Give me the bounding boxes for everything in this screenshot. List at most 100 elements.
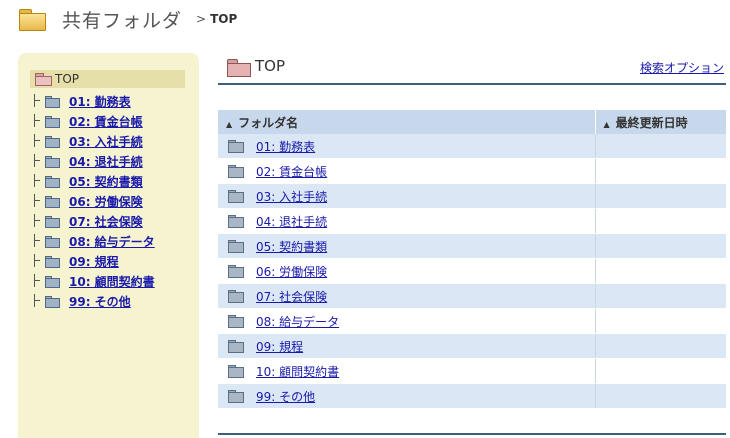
tree-branch-line [30, 171, 42, 191]
tree-item-link[interactable]: 10: 顧問契約書 [69, 273, 155, 290]
tree-item-link[interactable]: 07: 社会保険 [69, 213, 143, 230]
column-header-last-updated[interactable]: ▲ 最終更新日時 [595, 110, 727, 134]
tree-item-link[interactable]: 06: 労働保険 [69, 193, 143, 210]
tree-item-link[interactable]: 05: 契約書類 [69, 173, 143, 190]
last-updated-cell [595, 233, 726, 259]
folder-link[interactable]: 08: 給与データ [256, 313, 339, 330]
tree-item-link[interactable]: 08: 給与データ [69, 233, 155, 250]
sort-arrow-icon: ▲ [603, 119, 610, 129]
table-row: 08: 給与データ [218, 308, 726, 334]
folder-name-cell: 06: 労働保険 [218, 258, 596, 284]
tree-item: 02: 賃金台帳 [30, 111, 155, 131]
tree-branch-line [30, 91, 42, 111]
tree-branch-line [30, 131, 42, 151]
breadcrumb-separator: > [196, 12, 207, 26]
tree-item-link[interactable]: 09: 規程 [69, 253, 119, 270]
folder-link[interactable]: 05: 契約書類 [256, 238, 327, 255]
folder-name-cell: 02: 賃金台帳 [218, 158, 596, 184]
tree-list: 01: 勤務表 02: 賃金台帳 03: 入社手続 04: 退社手続 05: 契約書類 0… [30, 91, 155, 311]
tree-item: 99: その他 [30, 291, 155, 311]
table-row: 07: 社会保険 [218, 283, 726, 309]
folder-link[interactable]: 02: 賃金台帳 [256, 163, 327, 180]
folder-icon [228, 365, 244, 378]
folder-link[interactable]: 10: 顧問契約書 [256, 363, 339, 380]
tree-branch-line [30, 191, 42, 211]
tree-item-link[interactable]: 04: 退社手続 [69, 153, 143, 170]
open-folder-icon [35, 73, 53, 86]
tree-branch-line [30, 291, 42, 311]
last-updated-cell [595, 358, 726, 384]
folder-icon [45, 135, 60, 148]
tree-item-link[interactable]: 03: 入社手続 [69, 133, 143, 150]
folder-icon [228, 290, 244, 303]
table-row: 01: 勤務表 [218, 134, 726, 159]
folder-link[interactable]: 04: 退社手続 [256, 213, 327, 230]
app-header: 共有フォルダ > TOP [18, 6, 237, 32]
folder-icon [228, 165, 244, 178]
table-row: 10: 顧問契約書 [218, 358, 726, 384]
folder-link[interactable]: 09: 規程 [256, 338, 303, 355]
main-header: TOP 検索オプション [218, 53, 726, 85]
app-title: 共有フォルダ [62, 9, 183, 32]
tree-item-link[interactable]: 02: 賃金台帳 [69, 113, 143, 130]
last-updated-cell [595, 183, 726, 209]
folder-icon [45, 255, 60, 268]
sort-arrow-icon: ▲ [226, 119, 233, 129]
folder-icon [18, 8, 46, 31]
folder-icon [228, 240, 244, 253]
tree-item: 10: 顧問契約書 [30, 271, 155, 291]
breadcrumb: TOP [210, 12, 238, 26]
tree-item: 01: 勤務表 [30, 91, 155, 111]
folder-link[interactable]: 99: その他 [256, 388, 315, 405]
folder-link[interactable]: 03: 入社手続 [256, 188, 327, 205]
last-updated-cell [595, 383, 726, 409]
folder-name-cell: 04: 退社手続 [218, 208, 596, 234]
table-row: 05: 契約書類 [218, 233, 726, 259]
tree-item-link[interactable]: 99: その他 [69, 293, 131, 310]
table-row: 04: 退社手続 [218, 208, 726, 234]
tree-item: 05: 契約書類 [30, 171, 155, 191]
folder-icon [228, 140, 244, 153]
table-row: 09: 規程 [218, 333, 726, 359]
folder-name-cell: 10: 顧問契約書 [218, 358, 596, 384]
folder-link[interactable]: 01: 勤務表 [256, 138, 315, 155]
tree-root-top[interactable]: TOP [30, 70, 185, 88]
folder-icon [45, 155, 60, 168]
last-updated-cell [595, 158, 726, 184]
folder-name-cell: 03: 入社手続 [218, 183, 596, 209]
tree-item-link[interactable]: 01: 勤務表 [69, 93, 131, 110]
tree-branch-line [30, 251, 42, 271]
column-header-folder-name[interactable]: ▲ フォルダ名 [218, 110, 596, 134]
folder-icon [45, 215, 60, 228]
tree-branch-line [30, 211, 42, 231]
folder-name-cell: 99: その他 [218, 383, 596, 409]
table-row: 06: 労働保険 [218, 258, 726, 284]
folder-icon [45, 175, 60, 188]
tree-branch-line [30, 111, 42, 131]
search-options-link[interactable]: 検索オプション [640, 59, 724, 76]
folder-icon [45, 95, 60, 108]
tree-item: 04: 退社手続 [30, 151, 155, 171]
folder-icon [228, 315, 244, 328]
folder-name-cell: 07: 社会保険 [218, 283, 596, 309]
table-row: 02: 賃金台帳 [218, 158, 726, 184]
column-header-label: 最終更新日時 [615, 115, 688, 130]
folder-icon [228, 215, 244, 228]
tree-root-label: TOP [55, 72, 80, 86]
column-header-label: フォルダ名 [238, 115, 299, 130]
tree-branch-line [30, 231, 42, 251]
tree-branch-line [30, 151, 42, 171]
tree-item: 08: 給与データ [30, 231, 155, 251]
folder-icon [45, 115, 60, 128]
folder-link[interactable]: 06: 労働保険 [256, 263, 327, 280]
folder-icon [45, 275, 60, 288]
folder-name-cell: 01: 勤務表 [218, 134, 596, 159]
folder-icon [45, 295, 60, 308]
folder-name-cell: 05: 契約書類 [218, 233, 596, 259]
folder-icon [228, 265, 244, 278]
tree-branch-line [30, 271, 42, 291]
table-row: 03: 入社手続 [218, 183, 726, 209]
folder-link[interactable]: 07: 社会保険 [256, 288, 327, 305]
last-updated-cell [595, 208, 726, 234]
folder-name-cell: 08: 給与データ [218, 308, 596, 334]
